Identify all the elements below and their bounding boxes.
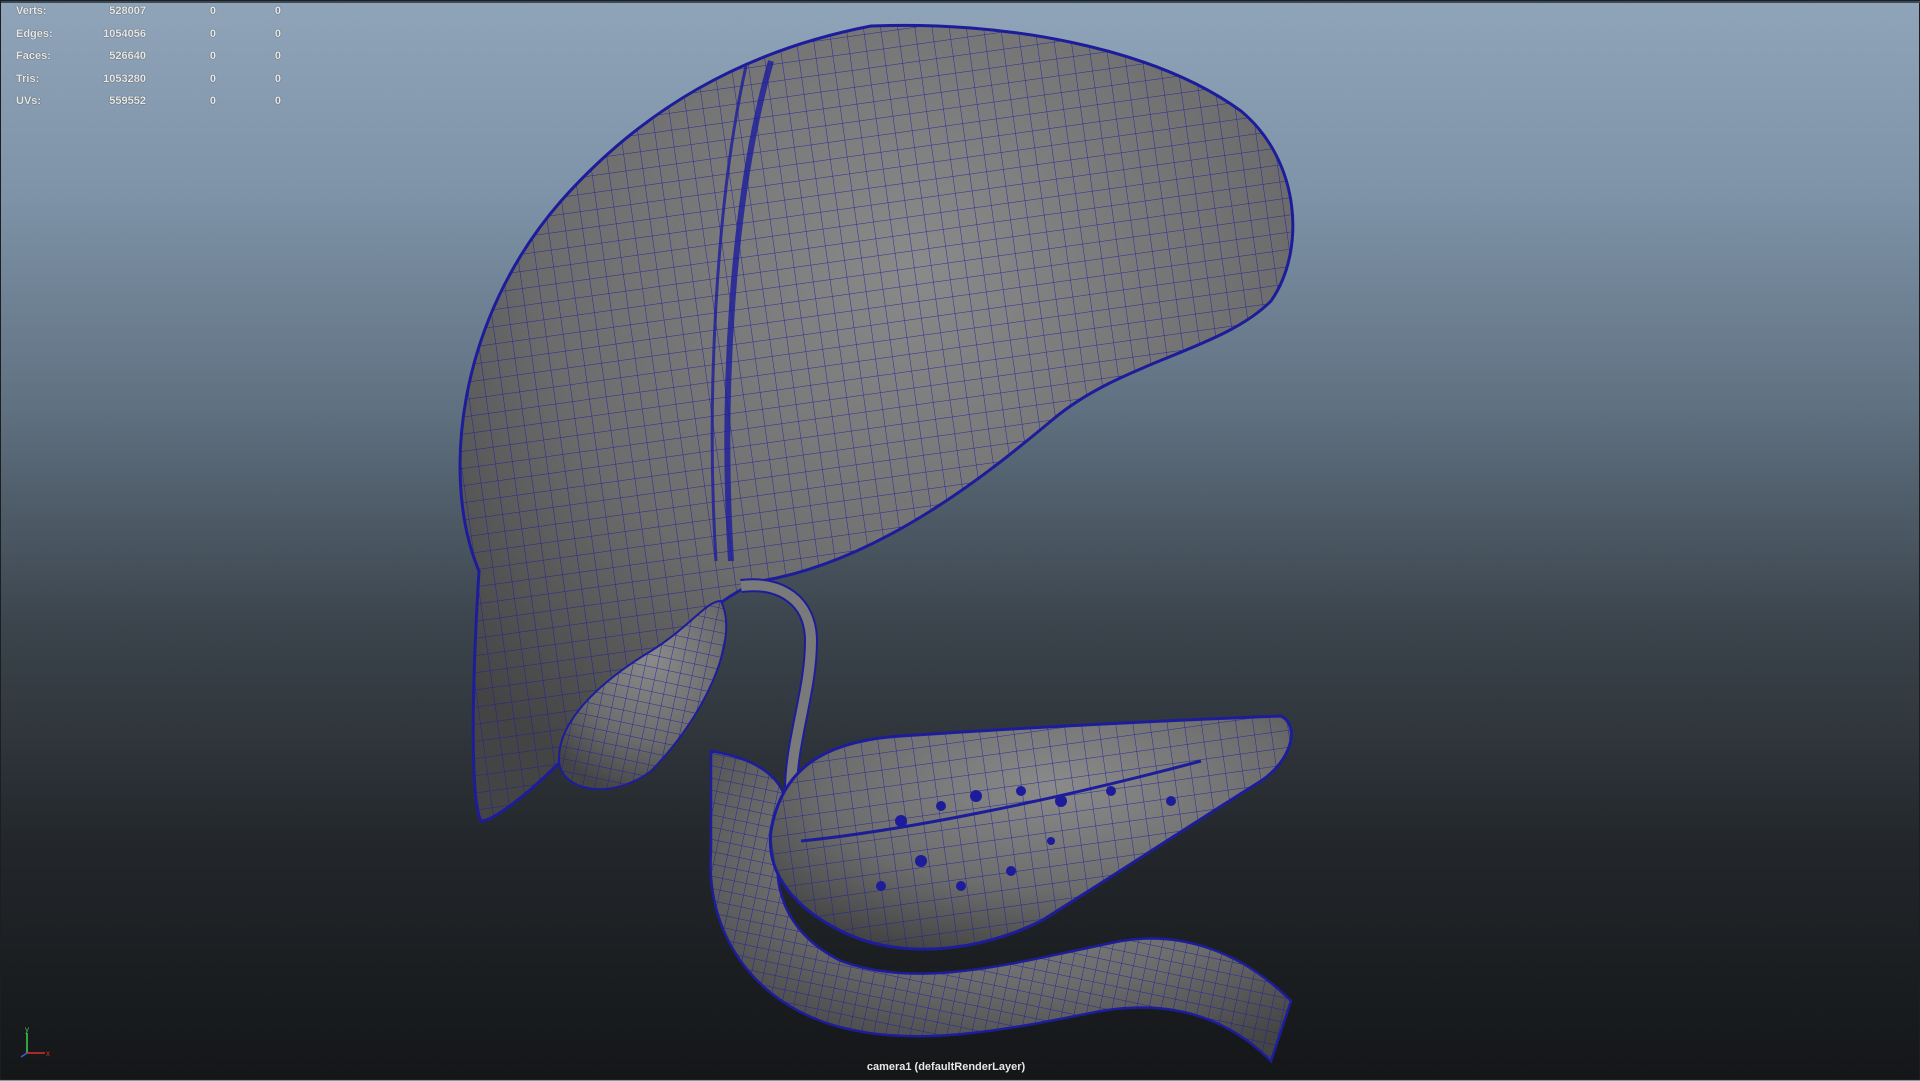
hud-label: Edges:: [16, 27, 53, 40]
hud-value: 0: [209, 95, 216, 107]
hud-value: 0: [274, 50, 281, 62]
camera-label: camera1 (defaultRenderLayer): [866, 1061, 1026, 1073]
hud-value: 0: [209, 5, 216, 17]
bile-duct-mesh[interactable]: [740, 578, 819, 792]
scene-render[interactable]: [1, 1, 1920, 1081]
hud-value: 526640: [109, 50, 146, 62]
axis-y-label: y: [25, 1025, 29, 1034]
hud-value: 528007: [109, 5, 146, 17]
axis-x-label: x: [46, 1049, 50, 1058]
pancreas-mesh[interactable]: [768, 714, 1293, 951]
hud-value: 0: [274, 27, 281, 40]
hud-label: UVs:: [16, 95, 42, 107]
hud-label: Faces:: [16, 50, 51, 62]
hud-value: 0: [274, 72, 281, 85]
hud-value: 0: [274, 95, 281, 107]
hud-value: 1054056: [103, 27, 146, 40]
hud-value: 0: [209, 72, 216, 85]
hud-value: 0: [274, 5, 281, 17]
axis-gizmo-icon: y x: [20, 1025, 50, 1058]
hud-value: 1053280: [103, 72, 146, 85]
hud-label: Tris:: [16, 72, 40, 85]
hud-value: 0: [209, 50, 216, 62]
hud-value: 0: [209, 27, 216, 40]
3d-viewport[interactable]: Verts: 528007 0 0 Edges: 1054056 0 0 Fac…: [0, 0, 1920, 1080]
hud-label: Verts:: [16, 5, 47, 17]
hud-value: 559552: [109, 95, 146, 107]
